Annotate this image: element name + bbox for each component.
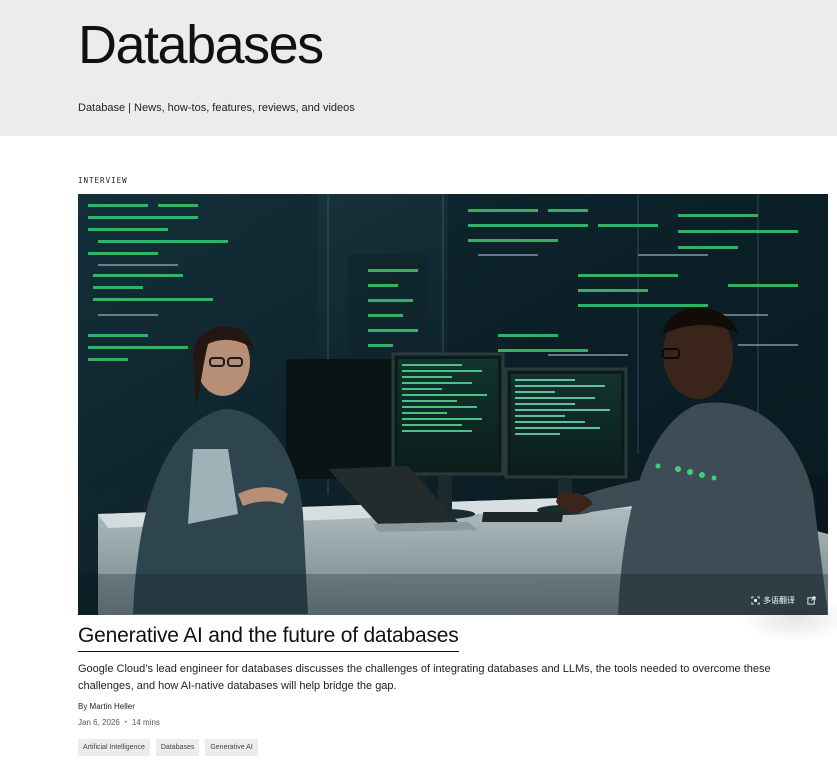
external-link-icon [807,596,816,605]
meta-separator: • [124,719,127,726]
page-title: Databases [78,15,324,75]
article-meta: Jan 6, 2026 • 14 mins [78,718,160,727]
page-subtitle: Database | News, how-tos, features, revi… [78,102,355,114]
tag-artificial-intelligence[interactable]: Artificial Intelligence [78,739,150,756]
tag-databases[interactable]: Databases [155,739,200,756]
article-byline: By Martin Heller [78,702,135,711]
image-toolbar: 多语翻译 [751,595,816,606]
image-translate-button[interactable]: 多语翻译 [751,595,795,606]
article-headline-link[interactable]: Generative AI and the future of database… [78,623,459,652]
tag-generative-ai[interactable]: Generative AI [205,739,258,756]
image-open-button[interactable] [807,596,816,605]
article-kicker: INTERVIEW [78,176,128,185]
scan-icon [751,596,760,605]
hero-illustration [78,194,828,615]
image-translate-label: 多语翻译 [763,596,795,605]
article-date: Jan 6, 2026 [78,718,120,727]
article-summary: Google Cloud’s lead engineer for databas… [78,663,771,692]
article-hero-image[interactable]: 多语翻译 [78,194,828,615]
article-read-time: 14 mins [131,718,160,727]
article-tags: Artificial Intelligence Databases Genera… [78,739,258,756]
